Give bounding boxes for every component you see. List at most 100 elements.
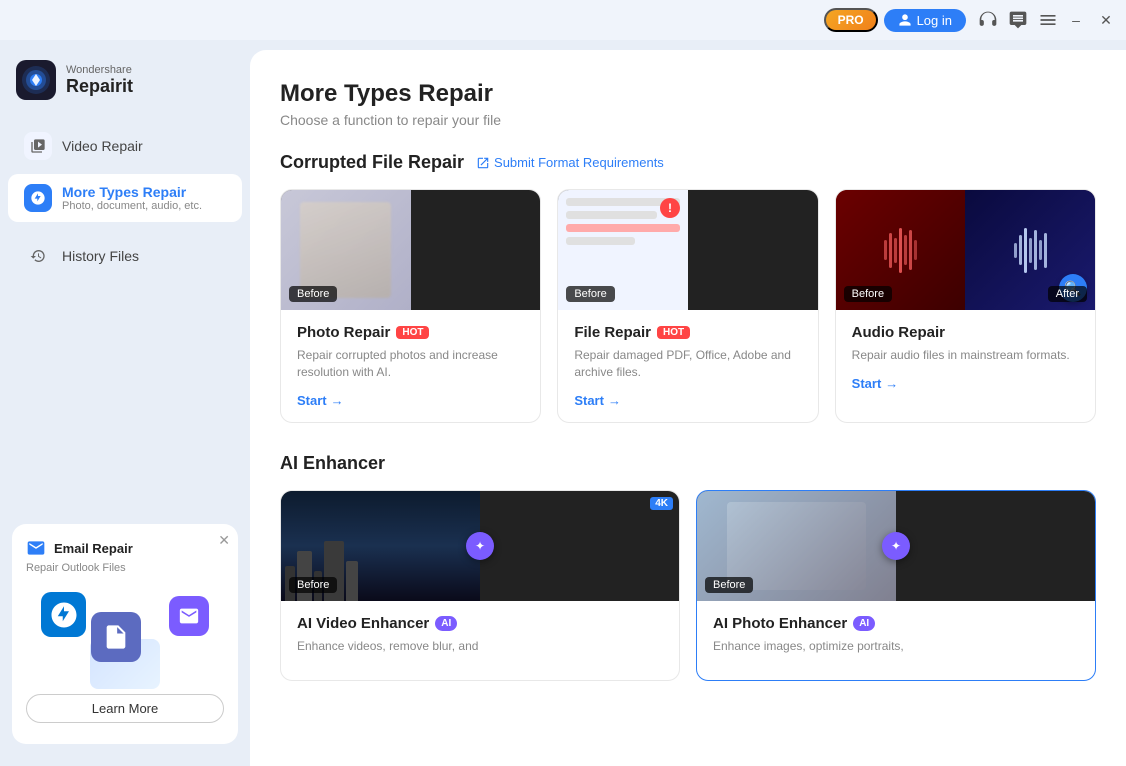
photo-repair-card-image: Before 🔍 After bbox=[281, 190, 540, 310]
file-line-error bbox=[566, 224, 680, 232]
email-card-title: Email Repair bbox=[54, 541, 133, 556]
ai-video-enhancer-card: Before After 4K ✦ bbox=[280, 490, 680, 682]
corrupted-file-cards-grid: Before 🔍 After Photo Repair HOT bbox=[280, 189, 1096, 423]
ai-photo-card-image: Before After ✦ bbox=[697, 491, 1095, 601]
photo-repair-title-row: Photo Repair HOT bbox=[297, 324, 524, 341]
file-before-label: Before bbox=[566, 286, 614, 302]
audio-repair-start-label: Start bbox=[852, 376, 882, 391]
ai-photo-badge: AI bbox=[853, 616, 875, 631]
photo-repair-desc: Repair corrupted photos and increase res… bbox=[297, 347, 524, 381]
file-line-2 bbox=[566, 211, 657, 219]
audio-repair-card-image: Before 🔍 Af bbox=[836, 190, 1095, 310]
photo-repair-start-link[interactable]: Start → bbox=[297, 393, 524, 408]
file-repair-card-body: File Repair HOT Repair damaged PDF, Offi… bbox=[558, 310, 817, 422]
ai-photo-enhancer-card: Before After ✦ AI Photo Enhancer AI Enha… bbox=[696, 490, 1096, 682]
learn-more-button[interactable]: Learn More bbox=[26, 694, 224, 723]
file-repair-title: File Repair bbox=[574, 324, 651, 341]
app-body: Wondershare Repairit Video Repair More T… bbox=[0, 40, 1126, 766]
audio-repair-card-body: Audio Repair Repair audio files in mains… bbox=[836, 310, 1095, 422]
ai-video-card-image: Before After 4K ✦ bbox=[281, 491, 679, 601]
external-link-icon bbox=[476, 156, 490, 170]
file-repair-card-image: ! Before ✓ 🔍 After bbox=[558, 190, 817, 310]
ai-video-icon-overlay: ✦ bbox=[466, 532, 494, 560]
title-bar-icons bbox=[978, 10, 1058, 30]
email-card-subtitle: Repair Outlook Files bbox=[26, 562, 224, 574]
logo-brand: Wondershare bbox=[66, 64, 133, 76]
sidebar-item-video-repair[interactable]: Video Repair bbox=[8, 122, 242, 170]
photo-repair-card-body: Photo Repair HOT Repair corrupted photos… bbox=[281, 310, 540, 422]
file-repair-start-link[interactable]: Start → bbox=[574, 393, 801, 408]
audio-before-label: Before bbox=[844, 286, 892, 302]
user-icon bbox=[898, 13, 912, 27]
four-k-badge: 4K bbox=[650, 497, 673, 510]
ai-video-desc: Enhance videos, remove blur, and bbox=[297, 638, 663, 655]
photo-before: Before bbox=[281, 190, 411, 310]
ai-photo-desc: Enhance images, optimize portraits, bbox=[713, 638, 1079, 655]
email-card-header: Email Repair bbox=[26, 538, 224, 558]
photo-repair-start-label: Start bbox=[297, 393, 327, 408]
ai-enhancer-section-header: AI Enhancer bbox=[280, 453, 1096, 474]
sidebar: Wondershare Repairit Video Repair More T… bbox=[0, 40, 250, 766]
file-before: ! Before bbox=[558, 190, 688, 310]
ai-video-card-body: AI Video Enhancer AI Enhance videos, rem… bbox=[281, 601, 679, 681]
ai-photo-card-body: AI Photo Enhancer AI Enhance images, opt… bbox=[697, 601, 1095, 681]
headset-icon[interactable] bbox=[978, 10, 998, 30]
file-repair-arrow: → bbox=[608, 393, 621, 408]
ai-photo-title-row: AI Photo Enhancer AI bbox=[713, 615, 1079, 632]
ai-video-title-row: AI Video Enhancer AI bbox=[297, 615, 663, 632]
photo-repair-arrow: → bbox=[331, 393, 344, 408]
ai-photo-before-label: Before bbox=[705, 577, 753, 593]
error-badge: ! bbox=[660, 198, 680, 218]
history-files-label: History Files bbox=[62, 248, 139, 264]
photo-repair-hot-badge: HOT bbox=[396, 326, 429, 339]
audio-repair-start-link[interactable]: Start → bbox=[852, 376, 1079, 391]
corrupted-file-section-title: Corrupted File Repair bbox=[280, 152, 464, 173]
blurred-face bbox=[300, 202, 391, 298]
more-types-label: More Types Repair bbox=[62, 184, 202, 200]
login-button[interactable]: Log in bbox=[884, 9, 966, 32]
pro-badge[interactable]: PRO bbox=[824, 8, 878, 32]
file-repair-start-label: Start bbox=[574, 393, 604, 408]
file-repair-desc: Repair damaged PDF, Office, Adobe and ar… bbox=[574, 347, 801, 381]
more-types-sub: Photo, document, audio, etc. bbox=[62, 200, 202, 212]
chat-icon[interactable] bbox=[1008, 10, 1028, 30]
pst-icon bbox=[169, 596, 209, 636]
ai-video-before-label: Before bbox=[289, 577, 337, 593]
email-card-illustration bbox=[26, 584, 224, 694]
photo-repair-card: Before 🔍 After Photo Repair HOT bbox=[280, 189, 541, 423]
page-title: More Types Repair bbox=[280, 80, 1096, 108]
email-card-close-button[interactable]: ✕ bbox=[218, 532, 230, 549]
history-nav-icon bbox=[24, 242, 52, 270]
ai-video-badge: AI bbox=[435, 616, 457, 631]
audio-repair-title-row: Audio Repair bbox=[852, 324, 1079, 341]
ai-video-title: AI Video Enhancer bbox=[297, 615, 429, 632]
close-button[interactable]: ✕ bbox=[1094, 8, 1118, 32]
before-label: Before bbox=[289, 286, 337, 302]
audio-after-label: After bbox=[1048, 286, 1087, 302]
login-label: Log in bbox=[917, 13, 952, 28]
app-logo: Wondershare Repairit bbox=[0, 50, 250, 120]
sidebar-item-more-types-repair[interactable]: More Types Repair Photo, document, audio… bbox=[8, 174, 242, 222]
outlook-icon bbox=[41, 592, 86, 637]
audio-repair-arrow: → bbox=[885, 376, 898, 391]
office-icon bbox=[91, 612, 141, 662]
logo-text: Wondershare Repairit bbox=[66, 64, 133, 97]
submit-format-link[interactable]: Submit Format Requirements bbox=[476, 155, 664, 170]
sidebar-item-history-files[interactable]: History Files bbox=[8, 232, 242, 280]
video-repair-nav-icon bbox=[24, 132, 52, 160]
logo-name: Repairit bbox=[66, 76, 133, 97]
ai-photo-title: AI Photo Enhancer bbox=[713, 615, 847, 632]
menu-icon[interactable] bbox=[1038, 10, 1058, 30]
submit-format-label: Submit Format Requirements bbox=[494, 155, 664, 170]
minimize-button[interactable]: – bbox=[1064, 8, 1088, 32]
audio-after: 🔍 After bbox=[965, 190, 1095, 310]
video-repair-label: Video Repair bbox=[62, 138, 143, 154]
ai-photo-icon-overlay: ✦ bbox=[882, 532, 910, 560]
file-line-3 bbox=[566, 237, 634, 245]
email-icon bbox=[26, 538, 46, 558]
file-repair-hot-badge: HOT bbox=[657, 326, 690, 339]
logo-icon bbox=[16, 60, 56, 100]
more-types-labels: More Types Repair Photo, document, audio… bbox=[62, 184, 202, 212]
photo-repair-title: Photo Repair bbox=[297, 324, 390, 341]
ai-enhancer-cards-grid: Before After 4K ✦ bbox=[280, 490, 1096, 682]
